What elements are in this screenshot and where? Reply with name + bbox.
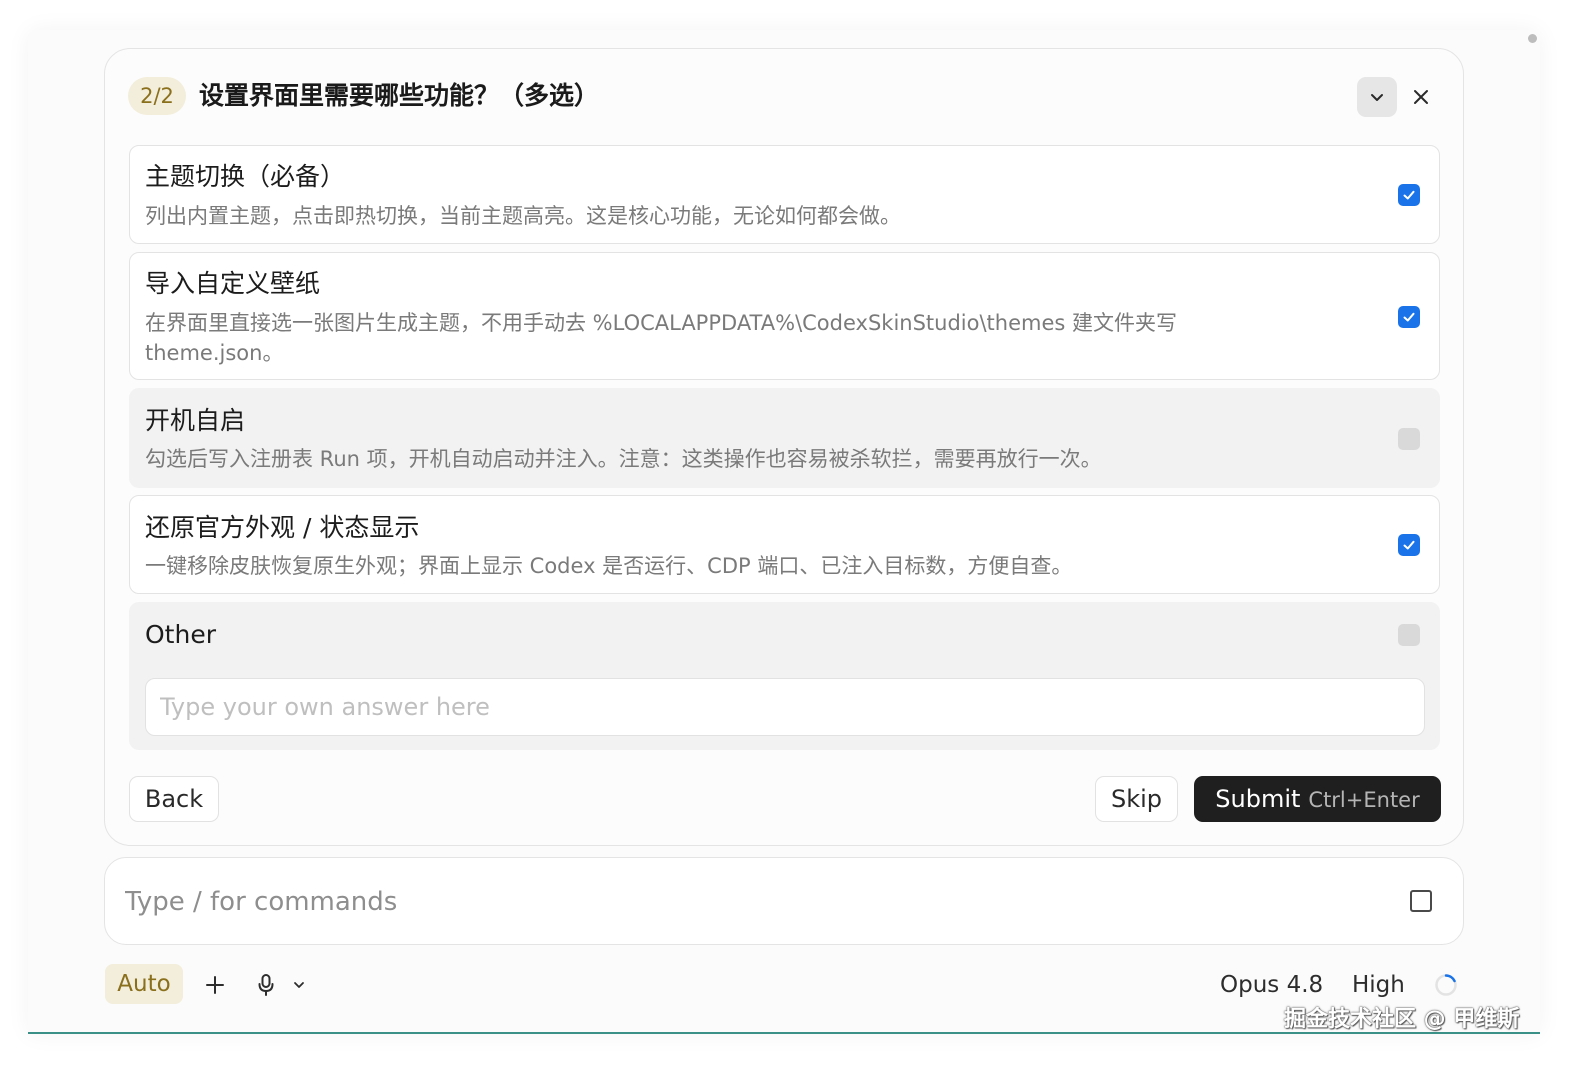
option-description: 勾选后写入注册表 Run 项，开机自动启动并注入。注意：这类操作也容易被杀软拦，…	[145, 447, 1102, 471]
option-description: 在界面里直接选一张图片生成主题，不用手动去 %LOCALAPPDATA%\Cod…	[145, 311, 1178, 365]
back-button[interactable]: Back	[129, 776, 219, 822]
check-icon	[1403, 190, 1415, 200]
collapse-button[interactable]	[1357, 77, 1397, 117]
microphone-menu-button[interactable]	[289, 974, 309, 996]
model-selector[interactable]: Opus 4.8	[1220, 966, 1323, 1004]
check-icon	[1403, 312, 1415, 322]
microphone-icon	[258, 974, 274, 996]
option-checkbox[interactable]	[1398, 184, 1420, 206]
option-title: 主题切换（必备）	[145, 162, 346, 191]
window-corner-dot	[1528, 34, 1537, 43]
question-title: 设置界面里需要哪些功能？（多选）	[199, 81, 600, 110]
command-input[interactable]	[123, 872, 1387, 932]
close-icon	[1414, 90, 1428, 104]
submit-shortcut-hint: Ctrl+Enter	[1308, 788, 1420, 812]
command-composer	[104, 857, 1464, 945]
microphone-button[interactable]	[252, 970, 280, 1000]
option-checkbox[interactable]	[1398, 624, 1420, 646]
skip-button[interactable]: Skip	[1095, 776, 1178, 822]
option-checkbox[interactable]	[1398, 534, 1420, 556]
option-other: Other	[129, 602, 1440, 750]
spinner-icon	[1435, 974, 1457, 996]
chevron-down-icon	[294, 982, 304, 988]
add-button[interactable]	[200, 970, 230, 1000]
option-restore-status[interactable]: 还原官方外观 / 状态显示 一键移除皮肤恢复原生外观；界面上显示 Codex 是…	[129, 495, 1440, 594]
watermark: 掘金技术社区 @ 甲维斯	[1284, 1007, 1520, 1032]
submit-button[interactable]: Submit Ctrl+Enter	[1194, 776, 1441, 822]
close-button[interactable]	[1406, 82, 1436, 112]
chevron-down-icon	[1371, 94, 1383, 101]
expand-icon[interactable]	[1410, 890, 1432, 912]
option-title: Other	[145, 620, 216, 649]
option-theme-switch[interactable]: 主题切换（必备） 列出内置主题，点击即热切换，当前主题高亮。这是核心功能，无论如…	[129, 145, 1440, 244]
effort-selector[interactable]: High	[1352, 966, 1405, 1004]
plus-icon	[206, 976, 224, 994]
check-icon	[1403, 540, 1415, 550]
option-title: 还原官方外观 / 状态显示	[145, 513, 420, 542]
option-description: 列出内置主题，点击即热切换，当前主题高亮。这是核心功能，无论如何都会做。	[145, 204, 901, 228]
option-description: 一键移除皮肤恢复原生外观；界面上显示 Codex 是否运行、CDP 端口、已注入…	[145, 554, 1073, 578]
mode-selector[interactable]: Auto	[105, 964, 183, 1004]
option-title: 开机自启	[145, 406, 246, 435]
option-import-wallpaper[interactable]: 导入自定义壁纸 在界面里直接选一张图片生成主题，不用手动去 %LOCALAPPD…	[129, 252, 1440, 380]
option-checkbox[interactable]	[1398, 428, 1420, 450]
step-badge: 2/2	[128, 77, 186, 115]
option-title: 导入自定义壁纸	[145, 269, 321, 298]
other-answer-input[interactable]	[145, 678, 1425, 736]
option-autostart[interactable]: 开机自启 勾选后写入注册表 Run 项，开机自动启动并注入。注意：这类操作也容易…	[129, 388, 1440, 488]
option-checkbox[interactable]	[1398, 306, 1420, 328]
submit-label: Submit	[1215, 785, 1301, 813]
